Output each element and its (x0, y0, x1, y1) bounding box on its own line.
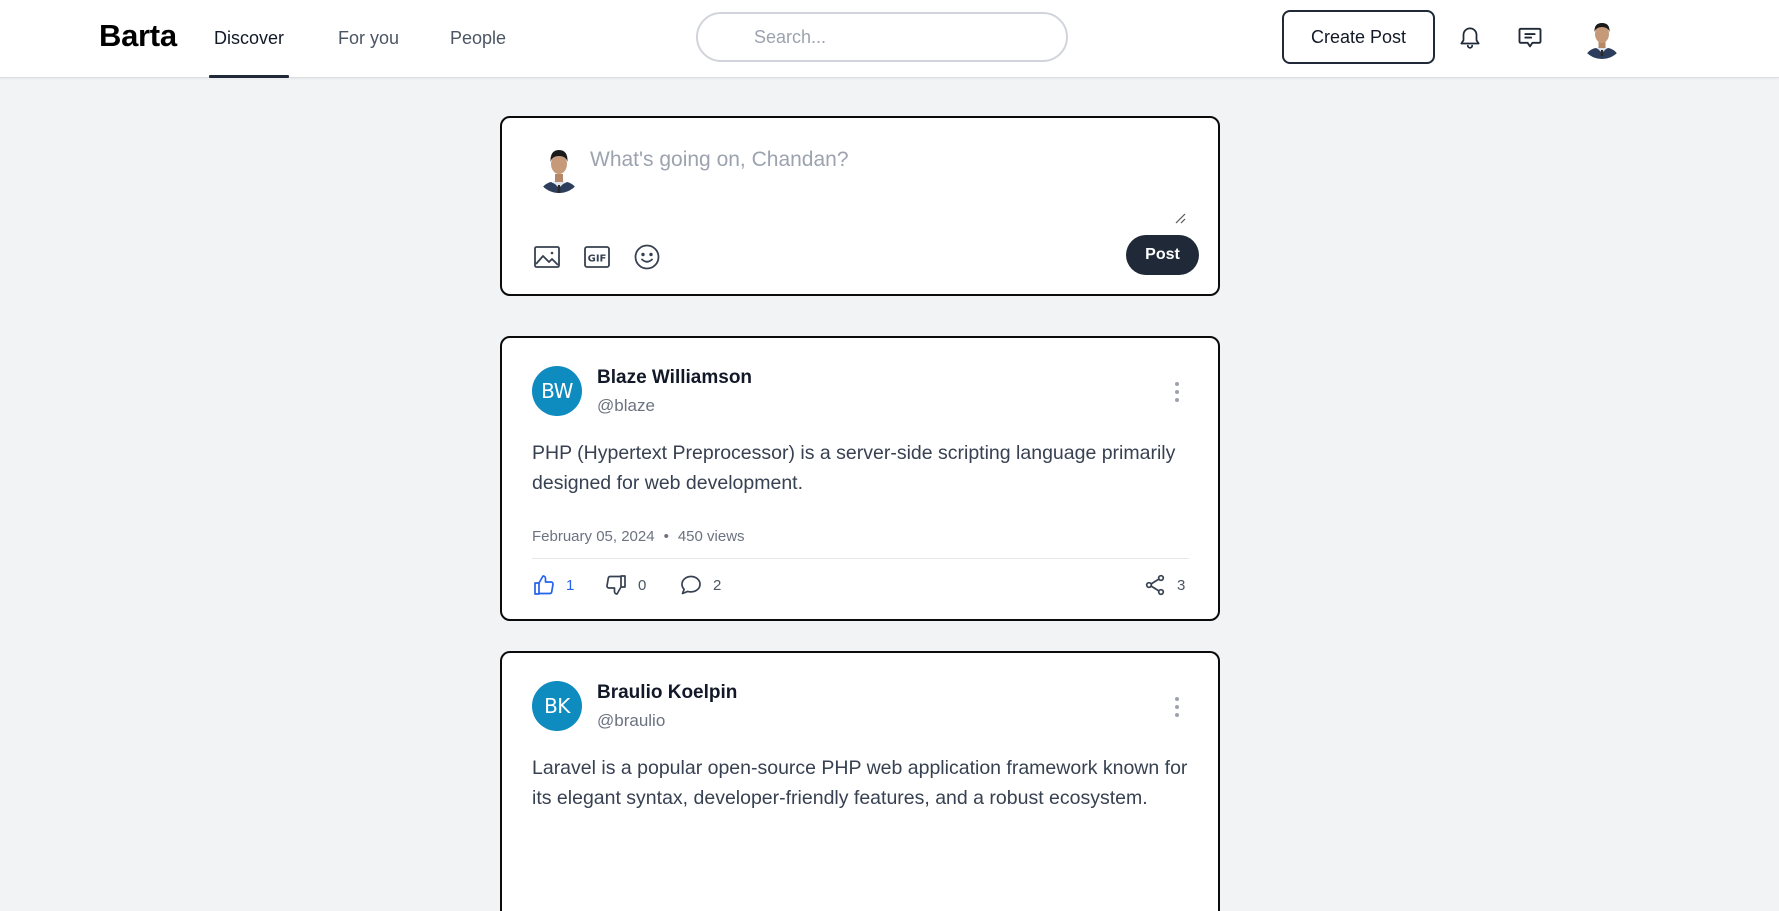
meta-separator: • (663, 528, 669, 545)
composer-avatar (536, 144, 582, 196)
more-vertical-icon (1175, 697, 1179, 701)
share-count: 3 (1177, 576, 1186, 594)
nav-tab-discover[interactable]: Discover (208, 28, 290, 78)
emoji-icon (634, 244, 660, 270)
composer-textarea[interactable] (590, 148, 1190, 218)
bell-icon (1460, 27, 1480, 49)
post-card: BK Braulio Koelpin @braulio Laravel is a… (500, 651, 1220, 911)
thumbs-up-icon (534, 575, 554, 595)
add-emoji-button[interactable] (632, 242, 662, 272)
post-body: Laravel is a popular open-source PHP web… (532, 757, 1188, 809)
post-options-button[interactable] (1170, 380, 1184, 404)
search-input[interactable] (754, 14, 1044, 60)
like-button[interactable]: 1 (532, 570, 574, 600)
comment-icon (681, 575, 701, 595)
messages-button[interactable] (1515, 22, 1545, 52)
author-handle[interactable]: @braulio (597, 711, 665, 731)
post-body: PHP (Hypertext Preprocessor) is a server… (532, 442, 1176, 494)
post-views: 450 views (677, 528, 745, 545)
share-button[interactable]: 3 (1143, 570, 1185, 600)
resize-handle-icon[interactable] (1174, 212, 1186, 224)
author-handle[interactable]: @blaze (597, 396, 655, 416)
thumbs-down-icon (606, 575, 626, 595)
top-navbar: Barta Discover For you People Create Pos… (0, 0, 1779, 78)
app-logo[interactable]: Barta (99, 18, 177, 54)
more-vertical-icon (1175, 382, 1179, 386)
post-options-button[interactable] (1170, 695, 1184, 719)
comment-button[interactable]: 2 (679, 570, 721, 600)
like-count: 1 (566, 576, 575, 594)
post-button[interactable]: Post (1126, 235, 1199, 275)
nav-tab-for-you[interactable]: For you (338, 28, 399, 78)
post-card: BW Blaze Williamson @blaze PHP (Hypertex… (500, 336, 1220, 621)
search-box (696, 12, 1068, 62)
user-avatar-button[interactable] (1580, 15, 1624, 59)
author-name[interactable]: Braulio Koelpin (597, 682, 737, 704)
post-date: February 05, 2024 (532, 528, 655, 545)
notifications-button[interactable] (1455, 22, 1485, 52)
comment-count: 2 (713, 576, 722, 594)
svg-text:GIF: GIF (588, 254, 607, 265)
dislike-count: 0 (638, 576, 647, 594)
add-image-button[interactable] (532, 242, 562, 272)
author-avatar[interactable]: BK (532, 681, 582, 731)
create-post-button[interactable]: Create Post (1282, 10, 1435, 64)
nav-tab-people[interactable]: People (450, 28, 506, 78)
user-avatar (1580, 15, 1624, 59)
share-icon (1145, 574, 1165, 596)
gif-icon: GIF (584, 246, 610, 268)
dislike-button[interactable]: 0 (604, 570, 646, 600)
chat-icon (1518, 27, 1542, 48)
image-icon (534, 246, 560, 268)
post-composer: GIF Post (500, 116, 1220, 296)
add-gif-button[interactable]: GIF (582, 242, 612, 272)
author-avatar[interactable]: BW (532, 366, 582, 416)
divider (532, 558, 1189, 559)
post-meta: February 05, 2024 • 450 views (532, 528, 745, 545)
author-name[interactable]: Blaze Williamson (597, 367, 752, 389)
